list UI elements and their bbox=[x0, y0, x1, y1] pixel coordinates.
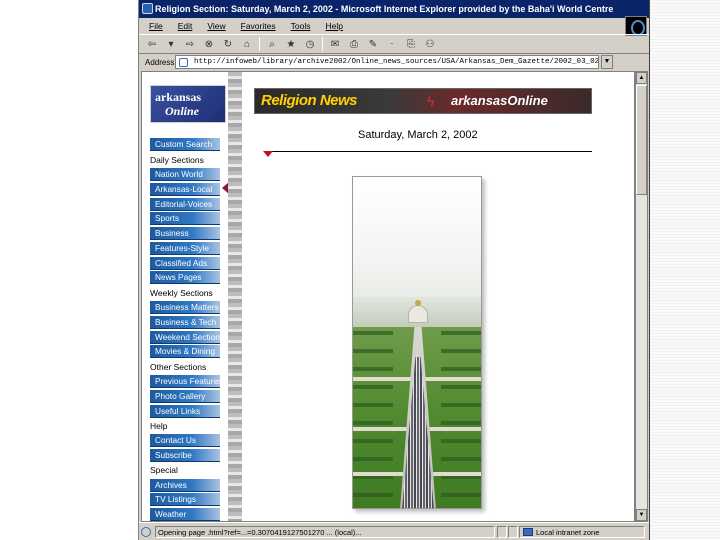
back-icon[interactable]: ⇦ bbox=[145, 37, 159, 51]
custom-search-button[interactable]: Custom Search bbox=[150, 138, 220, 151]
nav-weather[interactable]: Weather bbox=[150, 508, 220, 521]
search-icon[interactable]: ⌕ bbox=[265, 37, 279, 51]
mail-icon[interactable]: ✉ bbox=[328, 37, 342, 51]
status-text: Opening page .html?ref=...=0.30704191275… bbox=[155, 526, 495, 538]
nav-archives[interactable]: Archives bbox=[150, 479, 220, 492]
scroll-down-icon[interactable]: ▼ bbox=[636, 509, 647, 521]
edit-icon[interactable]: ✎ bbox=[366, 37, 380, 51]
status-bar: Opening page .html?ref=...=0.30704191275… bbox=[139, 522, 649, 540]
arkansas-online-logo[interactable]: arkansas Online bbox=[150, 85, 226, 123]
menu-edit[interactable]: Edit bbox=[178, 21, 193, 31]
weekly-sections-heading: Weekly Sections bbox=[150, 288, 213, 298]
research-icon[interactable]: ⎘ bbox=[404, 37, 418, 51]
nav-nation-world[interactable]: Nation World bbox=[150, 168, 220, 181]
scroll-thumb[interactable] bbox=[636, 85, 647, 195]
banner-title: Religion News bbox=[261, 92, 358, 109]
menu-favorites[interactable]: Favorites bbox=[241, 21, 276, 31]
menu-file[interactable]: File bbox=[149, 21, 163, 31]
nav-weekend-section[interactable]: Weekend Section bbox=[150, 331, 220, 344]
other-sections-heading: Other Sections bbox=[150, 362, 207, 372]
nav-classified-ads[interactable]: Classified Ads bbox=[150, 257, 220, 270]
daily-sections-heading: Daily Sections bbox=[150, 155, 204, 165]
shrine-dome bbox=[408, 300, 428, 323]
toolbar-separator bbox=[259, 37, 260, 51]
favorites-icon[interactable]: ★ bbox=[284, 37, 298, 51]
menu-help[interactable]: Help bbox=[325, 21, 342, 31]
nav-photo-gallery[interactable]: Photo Gallery bbox=[150, 390, 220, 403]
browser-window: Religion Section: Saturday, March 2, 200… bbox=[138, 0, 650, 540]
nav-movies-dining[interactable]: Movies & Dining bbox=[150, 345, 220, 358]
nav-contact-us[interactable]: Contact Us bbox=[150, 434, 220, 447]
messenger-icon[interactable]: ⚇ bbox=[423, 37, 437, 51]
nav-business-matters[interactable]: Business Matters bbox=[150, 301, 220, 314]
toolbar-separator bbox=[322, 37, 323, 51]
loading-icon bbox=[141, 527, 151, 537]
window-title: Religion Section: Saturday, March 2, 200… bbox=[155, 4, 614, 14]
status-cell bbox=[508, 526, 518, 538]
nav-features-style[interactable]: Features-Style bbox=[150, 242, 220, 255]
status-cell bbox=[497, 526, 507, 538]
address-label: Address bbox=[145, 57, 175, 67]
nav-business[interactable]: Business bbox=[150, 227, 220, 240]
page-viewport: arkansas Online Custom Search Daily Sect… bbox=[141, 71, 635, 522]
logo-line1: arkansas bbox=[155, 90, 202, 104]
stop-icon[interactable]: ⊗ bbox=[202, 37, 216, 51]
banner-brand: arkansasOnline bbox=[451, 93, 548, 108]
address-url: http://infoweb/library/archive2002/Onlin… bbox=[194, 58, 599, 66]
discuss-icon[interactable]: ⋅ bbox=[385, 37, 399, 51]
nav-sports[interactable]: Sports bbox=[150, 212, 220, 225]
menu-view[interactable]: View bbox=[207, 21, 225, 31]
nav-tv-listings[interactable]: TV Listings bbox=[150, 493, 220, 506]
scroll-up-icon[interactable]: ▲ bbox=[636, 72, 647, 84]
nav-previous-features[interactable]: Previous Features bbox=[150, 375, 220, 388]
help-heading: Help bbox=[150, 421, 168, 431]
dropdown-arrow-icon[interactable]: ▾ bbox=[164, 37, 178, 51]
page-date: Saturday, March 2, 2002 bbox=[358, 129, 478, 141]
zone-label: Local intranet zone bbox=[536, 528, 600, 537]
lightning-bolt-icon: ϟ bbox=[427, 93, 435, 109]
toolbar: ⇦ ▾ ⇨ ⊗ ↻ ⌂ ⌕ ★ ◷ ✉ ⎙ ✎ ⋅ ⎘ ⚇ bbox=[139, 34, 649, 54]
print-icon[interactable]: ⎙ bbox=[347, 37, 361, 51]
logo-line2: Online bbox=[165, 104, 200, 118]
ie-throbber-icon bbox=[625, 16, 647, 36]
address-dropdown-icon[interactable]: ▼ bbox=[601, 55, 613, 69]
background-texture bbox=[650, 0, 720, 540]
divider-rule bbox=[266, 151, 592, 152]
address-bar: Address http://infoweb/library/archive20… bbox=[139, 54, 649, 70]
nav-arkansas-local[interactable]: Arkansas-Local bbox=[150, 183, 220, 196]
menu-tools[interactable]: Tools bbox=[291, 21, 311, 31]
security-zone: Local intranet zone bbox=[519, 526, 645, 538]
bahai-terraces-photo bbox=[352, 176, 482, 509]
nav-useful-links[interactable]: Useful Links bbox=[150, 405, 220, 418]
torn-paper-edge bbox=[228, 72, 242, 521]
religion-news-banner[interactable]: Religion News ϟ arkansasOnline bbox=[254, 88, 592, 114]
title-bar[interactable]: Religion Section: Saturday, March 2, 200… bbox=[139, 0, 649, 18]
forward-icon[interactable]: ⇨ bbox=[183, 37, 197, 51]
vertical-scrollbar[interactable]: ▲ ▼ bbox=[635, 71, 648, 522]
red-triangle-icon bbox=[263, 151, 273, 157]
home-icon[interactable]: ⌂ bbox=[240, 37, 254, 51]
nav-business-tech[interactable]: Business & Tech bbox=[150, 316, 220, 329]
nav-subscribe[interactable]: Subscribe bbox=[150, 449, 220, 462]
left-navigation: arkansas Online Custom Search Daily Sect… bbox=[142, 72, 242, 521]
intranet-zone-icon bbox=[523, 528, 533, 536]
nav-editorial-voices[interactable]: Editorial-Voices bbox=[150, 198, 220, 211]
history-icon[interactable]: ◷ bbox=[303, 37, 317, 51]
menu-bar: File Edit View Favorites Tools Help bbox=[139, 18, 649, 34]
ie-window-icon bbox=[142, 3, 153, 14]
special-heading: Special bbox=[150, 465, 178, 475]
refresh-icon[interactable]: ↻ bbox=[221, 37, 235, 51]
nav-news-pages[interactable]: News Pages bbox=[150, 271, 220, 284]
address-input[interactable]: http://infoweb/library/archive2002/Onlin… bbox=[175, 55, 599, 69]
page-icon bbox=[179, 58, 188, 67]
